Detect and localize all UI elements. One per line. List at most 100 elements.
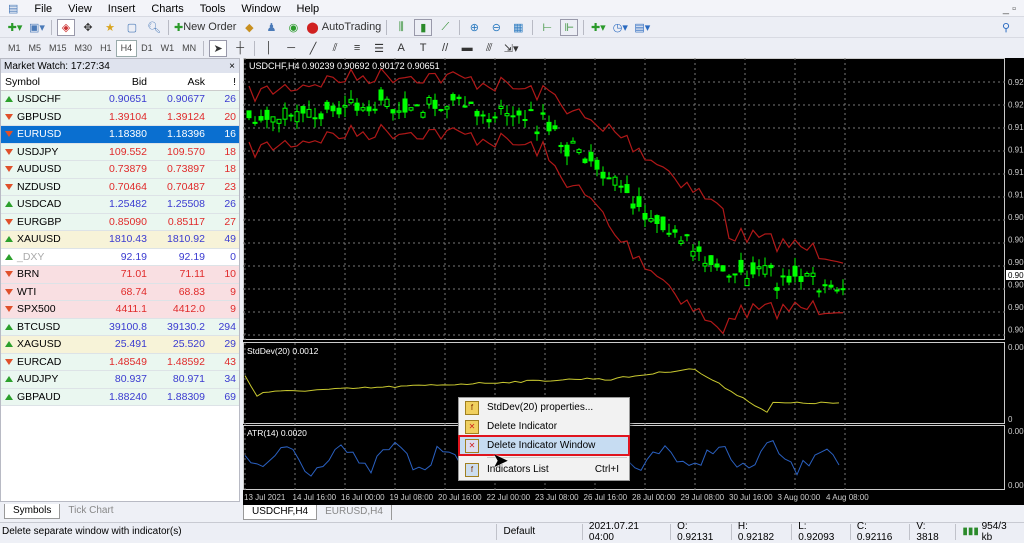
tile-windows-icon[interactable]: ▦ — [509, 19, 527, 36]
menu-help[interactable]: Help — [289, 3, 328, 15]
menu-insert[interactable]: Insert — [100, 3, 144, 15]
fibo-channel-icon[interactable]: ⫻ — [480, 40, 498, 57]
candle-body — [738, 259, 744, 273]
timeframe-mn[interactable]: MN — [178, 40, 200, 57]
cursor-icon[interactable]: ➤ — [209, 39, 228, 57]
chart-window[interactable]: USDCHF,H4 0.90239 0.90692 0.90172 0.9065… — [243, 58, 1024, 505]
list-item[interactable]: BTCUSD 39100.8 39130.2 294 — [1, 318, 239, 336]
timeframe-w1[interactable]: W1 — [157, 40, 179, 57]
list-item[interactable]: _DXY 92.19 92.19 0 — [1, 248, 239, 266]
list-item[interactable]: SPX500 4411.1 4412.0 9 — [1, 301, 239, 319]
candlestick-icon[interactable]: ▮ — [414, 18, 433, 36]
line-chart-icon[interactable]: ⟋ — [436, 19, 454, 36]
list-item[interactable]: XAGUSD 25.491 25.520 29 — [1, 336, 239, 354]
terminal-icon[interactable]: ▢ — [123, 19, 141, 36]
list-item[interactable]: NZDUSD 0.70464 0.70487 23 — [1, 178, 239, 196]
search-icon[interactable]: ⚲ — [1002, 21, 1024, 34]
zoom-out-icon[interactable]: ⊖ — [487, 19, 505, 36]
column-ask[interactable]: Ask — [151, 76, 209, 88]
list-item[interactable]: GBPUSD 1.39104 1.39124 20 — [1, 108, 239, 126]
candle-body — [318, 113, 324, 120]
close-icon[interactable]: × — [229, 61, 235, 72]
data-window-icon[interactable]: ✥ — [79, 19, 97, 36]
market-watch-icon[interactable]: ◈ — [57, 18, 75, 36]
list-item[interactable]: USDCHF 0.90651 0.90677 26 — [1, 91, 239, 109]
tab-eurusd-h4[interactable]: EURUSD,H4 — [317, 505, 392, 520]
spread-cell: 27 — [224, 215, 236, 228]
ask-cell: 39130.2 — [167, 320, 205, 333]
timeframe-m5[interactable]: M5 — [25, 40, 46, 57]
new-order-button[interactable]: ✚ New Order — [174, 19, 236, 36]
timeframe-d1[interactable]: D1 — [137, 40, 157, 57]
periods-icon[interactable]: ◷▾ — [611, 19, 629, 36]
column-symbol[interactable]: Symbol — [1, 76, 91, 88]
profiles-icon[interactable]: ▣▾ — [28, 19, 46, 36]
list-item[interactable]: XAUUSD 1810.43 1810.92 49 — [1, 231, 239, 249]
timeframe-h4[interactable]: H4 — [115, 39, 138, 57]
candle-body — [498, 105, 504, 110]
symbol-cell: GBPAUD — [1, 391, 91, 403]
menu-item-stddev-properties[interactable]: f StdDev(20) properties... — [459, 398, 629, 417]
menu-charts[interactable]: Charts — [143, 3, 191, 15]
tab-symbols[interactable]: Symbols — [4, 504, 61, 519]
list-item[interactable]: USDCAD 1.25482 1.25508 26 — [1, 196, 239, 214]
templates-icon[interactable]: ▤▾ — [633, 19, 651, 36]
arrows-icon[interactable]: ⇲▾ — [502, 40, 520, 57]
spread-cell: 26 — [224, 93, 236, 106]
menu-view[interactable]: View — [60, 3, 100, 15]
bollinger-lower — [248, 123, 844, 335]
list-item[interactable]: USDJPY 109.552 109.570 18 — [1, 143, 239, 161]
new-chart-icon[interactable]: ✚▾ — [6, 19, 24, 36]
metaeditor-icon[interactable]: ◆ — [240, 19, 258, 36]
menu-item-delete-indicator[interactable]: ✕ Delete Indicator — [459, 417, 629, 436]
list-item[interactable]: BRN 71.01 71.11 10 — [1, 266, 239, 284]
autotrading-button[interactable]: ⬤ AutoTrading — [306, 19, 381, 36]
list-item[interactable]: AUDUSD 0.73879 0.73897 18 — [1, 161, 239, 179]
column-bid[interactable]: Bid — [91, 76, 151, 88]
window-controls[interactable]: _ ▫ — [1003, 3, 1024, 15]
fibonacci-icon[interactable]: ☰ — [370, 40, 388, 57]
horizontal-line-icon[interactable]: ─ — [282, 40, 300, 57]
bar-chart-icon[interactable]: ⫼ — [392, 19, 410, 36]
autoscroll-icon[interactable]: ⊩ — [560, 18, 579, 36]
menu-file[interactable]: File — [26, 3, 60, 15]
bid-cell: 1.25482 — [109, 198, 147, 211]
timeframe-m30[interactable]: M30 — [71, 40, 97, 57]
market-icon[interactable]: ◉ — [284, 19, 302, 36]
crosshair-icon[interactable]: ┼ — [231, 40, 249, 57]
equidistant-channel-icon[interactable]: ⫽ — [326, 40, 344, 57]
indicators-icon[interactable]: ✚▾ — [589, 19, 607, 36]
navigator-icon[interactable]: ★ — [101, 19, 119, 36]
timeframe-m15[interactable]: M15 — [45, 40, 71, 57]
menu-tools[interactable]: Tools — [192, 3, 234, 15]
menu-item-delete-indicator-window[interactable]: ✕ Delete Indicator Window — [458, 435, 630, 456]
text-label-icon[interactable]: T — [414, 40, 432, 57]
rectangle-icon[interactable]: ▬ — [458, 40, 476, 57]
candle-body — [600, 171, 606, 179]
channel-icon[interactable]: // — [436, 40, 454, 57]
candle-body — [792, 265, 798, 277]
text-icon[interactable]: A — [392, 40, 410, 57]
timeframe-m1[interactable]: M1 — [4, 40, 25, 57]
trendline-icon[interactable]: ╱ — [304, 40, 322, 57]
list-item[interactable]: EURCAD 1.48549 1.48592 43 — [1, 353, 239, 371]
menu-item-indicators-list[interactable]: f Indicators List Ctrl+I — [459, 460, 629, 479]
zoom-in-icon[interactable]: ⊕ — [465, 19, 483, 36]
list-item[interactable]: EURGBP 0.85090 0.85117 27 — [1, 213, 239, 231]
timeframe-h1[interactable]: H1 — [96, 40, 116, 57]
list-item[interactable]: AUDJPY 80.937 80.971 34 — [1, 371, 239, 389]
tab-usdchf-h4[interactable]: USDCHF,H4 — [243, 505, 318, 520]
list-item[interactable]: EURUSD 1.18380 1.18396 16 — [1, 126, 239, 144]
tester-icon[interactable]: 🔍︎ — [145, 19, 163, 36]
column-spread[interactable]: ! — [209, 76, 239, 88]
menu-window[interactable]: Window — [233, 3, 288, 15]
chart-shift-icon[interactable]: ⊢ — [538, 19, 556, 36]
list-item[interactable]: WTI 68.74 68.83 9 — [1, 283, 239, 301]
signals-icon[interactable]: ♟ — [262, 19, 280, 36]
std-deviation-channel-icon[interactable]: ≡ — [348, 40, 366, 57]
candle-body — [336, 107, 342, 115]
vertical-line-icon[interactable]: │ — [260, 40, 278, 57]
tab-tick-chart[interactable]: Tick Chart — [60, 504, 121, 519]
list-item[interactable]: GBPAUD 1.88240 1.88309 69 — [1, 388, 239, 406]
chart-canvas[interactable]: USDCHF,H4 0.90239 0.90692 0.90172 0.9065… — [243, 58, 1024, 505]
